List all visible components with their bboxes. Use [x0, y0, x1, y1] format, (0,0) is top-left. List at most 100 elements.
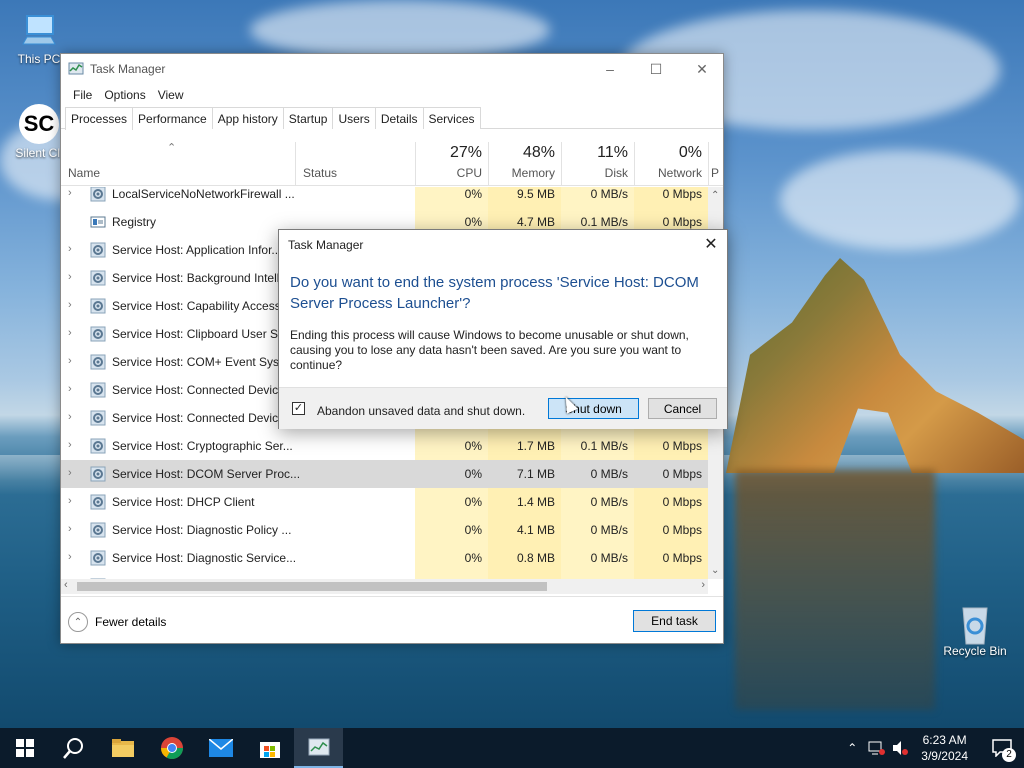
service-gear-icon — [90, 438, 106, 454]
expand-chevron-icon[interactable]: › — [68, 439, 72, 451]
service-gear-icon — [90, 382, 106, 398]
disk-percent: 11% — [597, 144, 628, 161]
column-network[interactable]: 0% Network — [634, 142, 708, 186]
task-manager-taskbar-button[interactable] — [294, 728, 343, 768]
process-cpu-value: 0% — [415, 572, 488, 579]
sea-stack-rock — [726, 258, 1024, 473]
column-status-cell[interactable]: Status — [295, 142, 415, 186]
tab-processes[interactable]: Processes — [65, 107, 134, 130]
service-gear-icon — [90, 187, 106, 202]
silent-client-icon: SC — [19, 104, 59, 144]
table-row[interactable]: › Service Host: Cryptographic Ser... 0% 1.7… — [61, 432, 708, 460]
service-gear-icon — [90, 494, 106, 510]
expand-chevron-icon[interactable]: › — [68, 495, 72, 507]
task-manager-icon — [68, 61, 84, 77]
start-button[interactable] — [0, 728, 49, 768]
chrome-icon — [160, 737, 183, 759]
tab-performance[interactable]: Performance — [132, 107, 213, 129]
volume-muted-icon[interactable] — [891, 740, 909, 756]
column-memory[interactable]: 48% Memory — [488, 142, 561, 186]
file-explorer-button[interactable] — [98, 728, 147, 768]
menu-options[interactable]: Options — [98, 88, 151, 102]
expand-chevron-icon[interactable]: › — [68, 551, 72, 563]
process-cpu-value: 0% — [415, 460, 488, 488]
abandon-data-label[interactable]: Abandon unsaved data and shut down. — [317, 404, 525, 418]
column-power[interactable]: P — [708, 142, 723, 186]
tab-users[interactable]: Users — [332, 107, 376, 129]
scroll-up-icon[interactable]: ⌃ — [711, 190, 719, 201]
horizontal-scroll-thumb[interactable] — [77, 582, 547, 591]
column-disk[interactable]: 11% Disk — [561, 142, 634, 186]
column-cpu[interactable]: 27% CPU — [415, 142, 488, 186]
menu-view[interactable]: View — [152, 88, 190, 102]
expand-chevron-icon[interactable]: › — [68, 243, 72, 255]
service-gear-icon — [90, 298, 106, 314]
expand-chevron-icon[interactable]: › — [68, 271, 72, 283]
process-name: Service Host: DCOM Server Proc... — [112, 467, 301, 481]
expand-chevron-icon[interactable]: › — [68, 355, 72, 367]
table-row[interactable]: › Service Host: DHCP Client 0% 1.4 MB 0 MB/s… — [61, 488, 708, 516]
process-disk-value: 0 MB/s — [561, 572, 634, 579]
chrome-button[interactable] — [147, 728, 196, 768]
minimize-button[interactable]: – — [587, 54, 633, 84]
service-gear-icon — [90, 466, 106, 482]
store-button[interactable] — [245, 728, 294, 768]
column-name[interactable]: Name — [68, 166, 100, 180]
horizontal-scrollbar[interactable]: ‹ › — [61, 579, 708, 594]
cancel-button[interactable]: Cancel — [648, 398, 717, 419]
menu-file[interactable]: File — [67, 88, 98, 102]
start-icon — [15, 739, 34, 757]
process-cpu-value: 0% — [415, 516, 488, 544]
tab-app-history[interactable]: App history — [211, 107, 284, 129]
end-task-button[interactable]: End task — [633, 610, 716, 632]
table-row[interactable]: › LocalServiceNoNetworkFirewall ... 0% 9.5 … — [61, 187, 708, 208]
table-row[interactable]: › Service Host: Diagnostic Policy ... 0% 4.… — [61, 516, 708, 544]
process-network-value: 0 Mbps — [634, 572, 708, 579]
process-disk-value: 0 MB/s — [561, 187, 634, 208]
tab-services[interactable]: Services — [422, 107, 481, 129]
table-row[interactable]: › Service Host: Diagnostic Service... 0% 0.… — [61, 544, 708, 572]
process-network-value: 0 Mbps — [634, 544, 708, 572]
service-gear-icon — [90, 270, 106, 286]
tab-startup[interactable]: Startup — [282, 107, 334, 129]
search-button[interactable] — [49, 728, 98, 768]
close-button[interactable]: ✕ — [679, 54, 725, 84]
expand-chevron-icon[interactable]: › — [68, 467, 72, 479]
process-memory-value: 0.8 MB — [488, 544, 561, 572]
expand-chevron-icon[interactable]: › — [68, 327, 72, 339]
clock[interactable]: 6:23 AM 3/9/2024 — [921, 732, 968, 764]
fewer-details-button[interactable]: ⌃ Fewer details — [68, 612, 166, 632]
table-row[interactable]: › Service Host: DCOM Server Proc... 0% 7.1 … — [61, 460, 708, 488]
process-network-value: 0 Mbps — [634, 488, 708, 516]
network-icon[interactable] — [867, 740, 886, 756]
chevron-up-icon[interactable]: ⌃ — [847, 741, 857, 755]
title-bar[interactable]: Task Manager – ☐ ✕ — [61, 54, 723, 84]
process-memory-value: 1.4 MB — [488, 488, 561, 516]
silent-client-logo-text: SC — [23, 111, 55, 136]
table-row[interactable]: ›Service Host: Diagnostic System...0%0.7… — [61, 572, 708, 579]
scroll-right-icon[interactable]: › — [701, 579, 705, 591]
scroll-left-icon[interactable]: ‹ — [64, 579, 68, 591]
desktop-icon-recycle-bin[interactable]: Recycle Bin — [940, 602, 1010, 658]
notification-center-button[interactable]: 2 — [980, 728, 1024, 768]
cloud — [250, 0, 550, 60]
expand-chevron-icon[interactable]: › — [68, 383, 72, 395]
tab-details[interactable]: Details — [374, 107, 424, 129]
power-label: P — [711, 166, 720, 180]
scroll-down-icon[interactable]: ⌄ — [711, 565, 719, 576]
process-memory-value: 7.1 MB — [488, 460, 561, 488]
maximize-button[interactable]: ☐ — [633, 54, 679, 84]
expand-chevron-icon[interactable]: › — [68, 187, 72, 199]
dialog-close-icon[interactable]: ✕ — [701, 234, 721, 254]
process-name: Service Host: Background Intelli — [112, 271, 283, 285]
process-network-value: 0 Mbps — [634, 516, 708, 544]
expand-chevron-icon[interactable]: › — [68, 411, 72, 423]
dialog-title: Task Manager — [288, 238, 364, 252]
abandon-data-checkbox[interactable]: ✓ — [292, 402, 305, 415]
expand-chevron-icon[interactable]: › — [68, 523, 72, 535]
process-name: Service Host: Cryptographic Ser... — [112, 439, 293, 453]
expand-chevron-icon[interactable]: › — [68, 299, 72, 311]
desktop-icon-label: Recycle Bin — [943, 644, 1007, 658]
process-disk-value: 0.1 MB/s — [561, 432, 634, 460]
mail-button[interactable] — [196, 728, 245, 768]
